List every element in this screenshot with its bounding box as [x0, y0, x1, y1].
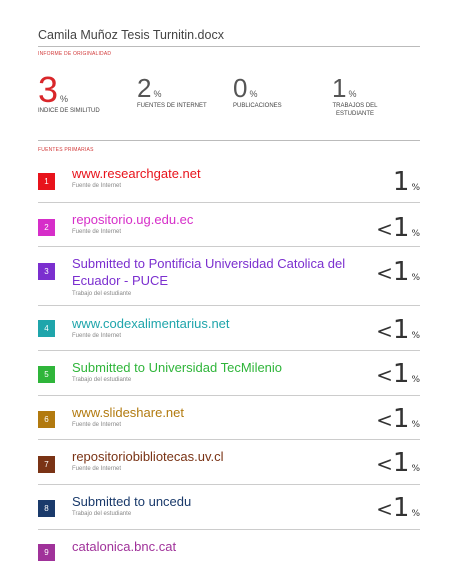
source-name[interactable]: www.codexalimentarius.net — [72, 315, 352, 332]
source-percentage-prefix: < — [376, 319, 393, 343]
source-percentage-unit: % — [411, 420, 420, 430]
source-item[interactable]: 3 Submitted to Pontificia Universidad Ca… — [38, 255, 420, 305]
source-name[interactable]: catalonica.bnc.cat — [72, 538, 352, 555]
originality-section-label: INFORME DE ORIGINALIDAD — [38, 51, 112, 57]
source-divider — [38, 484, 420, 485]
source-type: Trabajo del estudiante — [72, 511, 132, 517]
source-name[interactable]: Submitted to uncedu — [72, 493, 352, 510]
source-divider — [38, 439, 420, 440]
source-percentage-unit: % — [411, 229, 420, 239]
source-rank-badge: 6 — [38, 411, 55, 428]
source-percentage-prefix: < — [376, 497, 393, 521]
similarity-index-unit: % — [60, 94, 69, 104]
source-rank-badge: 7 — [38, 456, 55, 473]
source-name[interactable]: Submitted to Pontificia Universidad Cato… — [72, 255, 352, 289]
source-rank-badge: 8 — [38, 500, 55, 517]
source-type: Trabajo del estudiante — [72, 377, 132, 383]
source-rank-badge: 5 — [38, 366, 55, 383]
publications-label: PUBLICACIONES — [233, 103, 282, 109]
internet-sources-value: 2 — [137, 73, 152, 103]
publications-value: 0 — [233, 73, 248, 103]
source-type: Fuente de Internet — [72, 229, 122, 235]
primary-sources-label: FUENTES PRIMARIAS — [38, 147, 94, 153]
source-divider — [38, 305, 420, 306]
source-percentage: <1% — [376, 257, 420, 287]
source-name[interactable]: Submitted to Universidad TecMilenio — [72, 359, 352, 376]
source-percentage-value: 1 — [392, 167, 410, 197]
stats-divider — [38, 140, 420, 141]
source-type: Trabajo del estudiante — [72, 291, 132, 297]
source-type: Fuente de Internet — [72, 466, 122, 472]
source-percentage-value: 1 — [392, 404, 410, 434]
similarity-index-stat: 3% INDICE DE SIMILITUD — [38, 72, 100, 115]
source-percentage-value: 1 — [392, 257, 410, 287]
source-item[interactable]: 9 catalonica.bnc.cat — [38, 538, 420, 568]
similarity-index-value: 3 — [38, 69, 59, 110]
source-percentage-prefix: < — [376, 452, 393, 476]
source-percentage-unit: % — [411, 183, 420, 193]
publications-stat: 0% PUBLICACIONES — [233, 74, 282, 110]
source-percentage-value: 1 — [392, 448, 410, 478]
source-percentage: <1% — [376, 315, 420, 345]
source-percentage: <1% — [376, 359, 420, 389]
originality-report: Camila Muñoz Tesis Turnitin.docx INFORME… — [0, 0, 449, 582]
source-percentage-prefix: < — [376, 217, 393, 241]
similarity-index-label: INDICE DE SIMILITUD — [38, 108, 100, 114]
source-percentage-prefix: < — [376, 261, 393, 285]
source-percentage: <1% — [376, 213, 420, 243]
source-percentage-prefix: < — [376, 363, 393, 387]
publications-unit: % — [249, 89, 258, 99]
source-percentage-unit: % — [411, 273, 420, 283]
student-papers-label: TRABAJOS DEL ESTUDIANTE — [332, 103, 378, 117]
student-papers-unit: % — [348, 89, 357, 99]
student-papers-value: 1 — [332, 73, 347, 103]
source-divider — [38, 529, 420, 530]
source-percentage-value: 1 — [392, 359, 410, 389]
source-item[interactable]: 8 Submitted to uncedu Trabajo del estudi… — [38, 493, 420, 529]
source-divider — [38, 246, 420, 247]
source-type: Fuente de Internet — [72, 422, 122, 428]
source-type: Fuente de Internet — [72, 333, 122, 339]
source-percentage: 1% — [393, 167, 420, 197]
source-percentage: <1% — [376, 493, 420, 523]
source-percentage: <1% — [376, 448, 420, 478]
source-type: Fuente de Internet — [72, 183, 122, 189]
source-item[interactable]: 4 www.codexalimentarius.net Fuente de In… — [38, 315, 420, 351]
internet-sources-stat: 2% FUENTES DE INTERNET — [137, 74, 207, 110]
source-divider — [38, 350, 420, 351]
document-title: Camila Muñoz Tesis Turnitin.docx — [38, 28, 224, 42]
source-rank-badge: 9 — [38, 544, 55, 561]
source-name[interactable]: repositoriobibliotecas.uv.cl — [72, 448, 352, 465]
source-percentage-value: 1 — [392, 493, 410, 523]
source-percentage: <1% — [376, 404, 420, 434]
source-item[interactable]: 1 www.researchgate.net Fuente de Interne… — [38, 165, 420, 201]
source-item[interactable]: 5 Submitted to Universidad TecMilenio Tr… — [38, 359, 420, 395]
internet-sources-label: FUENTES DE INTERNET — [137, 103, 207, 109]
source-name[interactable]: www.slideshare.net — [72, 404, 352, 421]
source-percentage-unit: % — [411, 464, 420, 474]
title-divider — [38, 46, 420, 47]
source-divider — [38, 202, 420, 203]
source-percentage-unit: % — [411, 375, 420, 385]
source-divider — [38, 395, 420, 396]
student-papers-stat: 1% TRABAJOS DEL ESTUDIANTE — [320, 74, 390, 118]
source-percentage-value: 1 — [392, 315, 410, 345]
source-rank-badge: 3 — [38, 263, 55, 280]
source-percentage-unit: % — [411, 509, 420, 519]
source-item[interactable]: 7 repositoriobibliotecas.uv.cl Fuente de… — [38, 448, 420, 484]
source-percentage-unit: % — [411, 331, 420, 341]
source-percentage-prefix: < — [376, 408, 393, 432]
source-item[interactable]: 2 repositorio.ug.edu.ec Fuente de Intern… — [38, 211, 420, 247]
source-name[interactable]: www.researchgate.net — [72, 165, 352, 182]
source-rank-badge: 2 — [38, 219, 55, 236]
source-name[interactable]: repositorio.ug.edu.ec — [72, 211, 352, 228]
source-percentage-value: 1 — [392, 213, 410, 243]
internet-sources-unit: % — [153, 89, 162, 99]
source-rank-badge: 1 — [38, 173, 55, 190]
source-rank-badge: 4 — [38, 320, 55, 337]
source-item[interactable]: 6 www.slideshare.net Fuente de Internet … — [38, 404, 420, 440]
